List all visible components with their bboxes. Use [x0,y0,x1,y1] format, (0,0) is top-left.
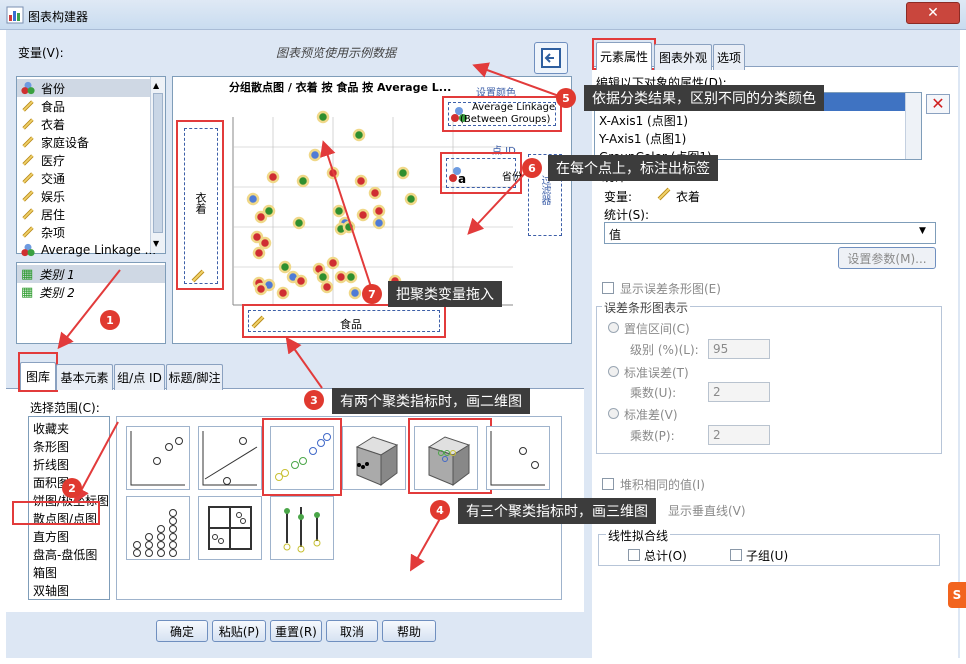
callout-number-2: 2 [62,478,82,498]
callout-7: 把聚类变量拖入 [388,281,502,307]
callout-number-1: 1 [100,310,120,330]
callout-number-5: 5 [556,88,576,108]
callout-number-6: 6 [522,158,542,178]
callout-number-4: 4 [430,500,450,520]
callout-3: 有两个聚类指标时，画二维图 [332,388,530,414]
callout-4: 有三个聚类指标时，画三维图 [458,498,656,524]
callout-number-3: 3 [304,390,324,410]
callout-5: 依据分类结果，区别不同的分类颜色 [584,85,824,111]
callout-number-7: 7 [362,284,382,304]
callout-6: 在每个点上，标注出标签 [548,155,718,181]
